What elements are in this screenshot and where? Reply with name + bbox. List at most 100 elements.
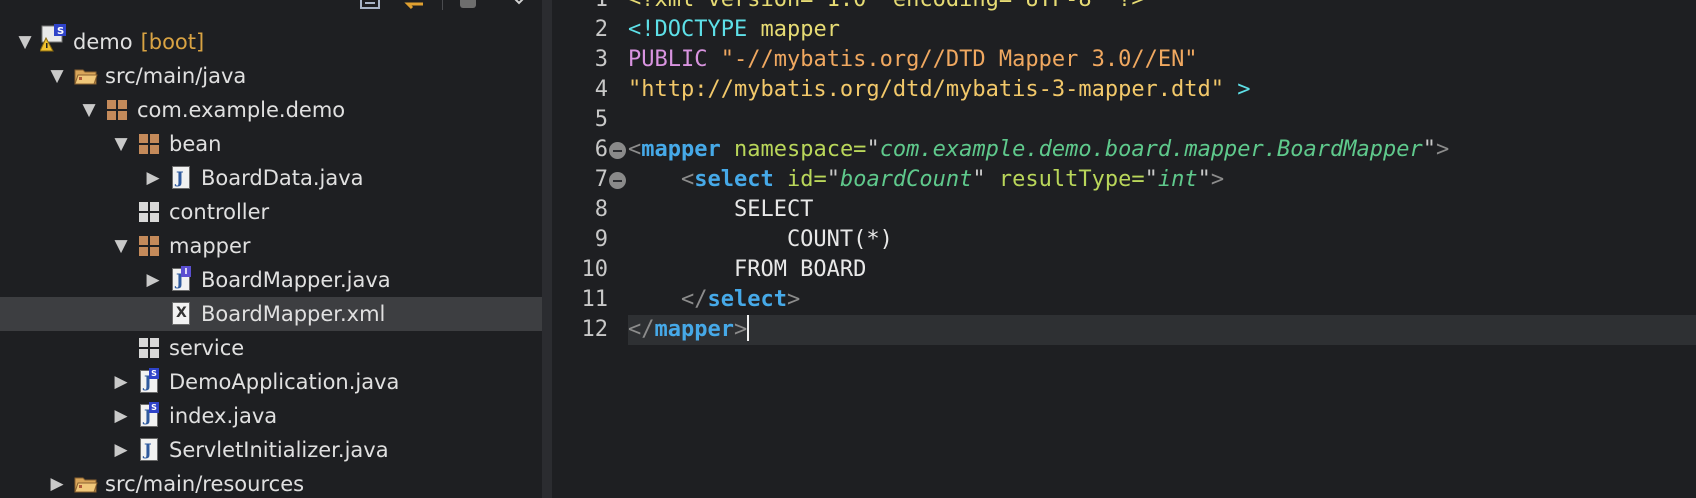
- collapsed-arrow-icon[interactable]: ▶: [110, 439, 132, 461]
- quote: ": [972, 167, 986, 192]
- resulttype-value: int: [1157, 167, 1198, 192]
- collapsed-arrow-icon[interactable]: ▶: [46, 473, 68, 495]
- tree-item-label: ServletInitializer.java: [169, 438, 389, 462]
- xml-editor[interactable]: <?xml version="1.0" encoding="UTF-8" ?> …: [628, 0, 1696, 498]
- tree-item-label: bean: [169, 132, 222, 156]
- expanded-arrow-icon[interactable]: ▼: [46, 65, 68, 87]
- fold-collapse-icon[interactable]: [609, 172, 626, 189]
- code-line-4[interactable]: "http://mybatis.org/dtd/mybatis-3-mapper…: [628, 75, 1251, 105]
- code-line-3[interactable]: PUBLIC "-//mybatis.org//DTD Mapper 3.0//…: [628, 45, 1198, 75]
- package-icon: [138, 132, 162, 156]
- tree-item-src-main-resources[interactable]: ▶ src/main/resources: [0, 467, 542, 498]
- tree-item-boarddata-java[interactable]: ▶ J BoardData.java: [0, 161, 542, 195]
- text-caret: [747, 315, 750, 341]
- collapsed-arrow-icon[interactable]: ▶: [110, 371, 132, 393]
- java-interface-file-icon: JI: [170, 266, 194, 292]
- java-file-icon: J: [170, 166, 194, 190]
- quote: ": [826, 167, 840, 192]
- line-number: 3: [594, 47, 608, 72]
- tree-item-label: service: [169, 336, 245, 360]
- expanded-arrow-icon[interactable]: ▼: [78, 99, 100, 121]
- tree-item-label: src/main/resources: [105, 472, 305, 496]
- xml-file-icon: X: [170, 302, 194, 326]
- tree-item-com-example-demo[interactable]: ▼ com.example.demo: [0, 93, 542, 127]
- spring-java-file-icon: JS: [138, 402, 162, 428]
- collapsed-arrow-icon[interactable]: ▶: [110, 405, 132, 427]
- tree-item-label: mapper: [169, 234, 251, 258]
- tree-item-demoapplication-java[interactable]: ▶ JS DemoApplication.java: [0, 365, 542, 399]
- code-line-6[interactable]: <mapper namespace="com.example.demo.boar…: [628, 135, 1449, 165]
- expanded-arrow-icon[interactable]: ▼: [110, 133, 132, 155]
- tag-bracket: >: [786, 287, 801, 312]
- tree-item-mapper[interactable]: ▼ mapper: [0, 229, 542, 263]
- line-number: 11: [581, 287, 609, 312]
- system-id-string: "http://mybatis.org/dtd/mybatis-3-mapper…: [628, 77, 1225, 102]
- tree-item-boardmapper-xml[interactable]: ▶ X BoardMapper.xml: [0, 297, 542, 331]
- tag-bracket: </: [628, 317, 655, 342]
- namespace-attr: namespace=: [720, 137, 867, 162]
- mapper-close-tag: mapper: [654, 317, 734, 342]
- line-number: 8: [594, 197, 608, 222]
- tag-bracket: >: [1210, 167, 1225, 192]
- tree-item-label: demo: [73, 30, 133, 54]
- collapsed-arrow-icon[interactable]: ▶: [142, 269, 164, 291]
- view-menu-chevron-icon[interactable]: [506, 0, 532, 10]
- explorer-toolbar: [0, 0, 542, 22]
- tree-item-index-java[interactable]: ▶ JS index.java: [0, 399, 542, 433]
- tree-item-label: index.java: [169, 404, 278, 428]
- select-tag: select: [694, 167, 774, 192]
- xml-declaration: <?xml version="1.0" encoding="UTF-8" ?>: [628, 0, 1145, 12]
- line-number: 12: [581, 317, 609, 342]
- line-number: 1: [558, 0, 608, 15]
- code-line-12[interactable]: </mapper>: [628, 315, 750, 345]
- doctype-name: mapper: [747, 17, 840, 42]
- tree-item-bean[interactable]: ▼ bean: [0, 127, 542, 161]
- tag-bracket: >: [733, 317, 748, 342]
- code-line-2[interactable]: <!DOCTYPE mapper: [628, 15, 840, 45]
- tree-item-boardmapper-java[interactable]: ▶ JI BoardMapper.java: [0, 263, 542, 297]
- tree-item-demo-project[interactable]: ▼ S demo [boot]: [0, 24, 542, 59]
- project-tree: ▼ S demo [boot] ▼ src/main/java ▼ com.ex…: [0, 24, 542, 498]
- filter-icon[interactable]: [456, 0, 482, 10]
- tag-bracket: <: [628, 137, 642, 162]
- toolbar-separator: [442, 0, 443, 10]
- tag-bracket: <: [680, 167, 695, 192]
- code-line-11[interactable]: </select>: [628, 285, 800, 315]
- tree-item-label: BoardData.java: [201, 166, 364, 190]
- code-line-8[interactable]: SELECT: [628, 195, 813, 225]
- line-number: 5: [594, 107, 608, 132]
- spring-java-file-icon: JS: [138, 368, 162, 394]
- line-number: 6: [594, 137, 608, 162]
- pane-divider[interactable]: [542, 0, 552, 498]
- quote: ": [866, 137, 880, 162]
- spring-project-icon: S: [40, 24, 66, 54]
- eclipse-window: ▼ S demo [boot] ▼ src/main/java ▼ com.ex…: [0, 0, 1696, 498]
- tree-item-label: controller: [169, 200, 270, 224]
- code-line-10[interactable]: FROM BOARD: [628, 255, 866, 285]
- current-line-highlight: [628, 315, 1696, 345]
- svg-text:S: S: [57, 26, 64, 37]
- tree-item-src-main-java[interactable]: ▼ src/main/java: [0, 59, 542, 93]
- expanded-arrow-icon[interactable]: ▼: [110, 235, 132, 257]
- link-with-editor-icon[interactable]: [400, 0, 426, 10]
- tree-item-label: BoardMapper.xml: [201, 302, 386, 326]
- tree-item-servletinitializer-java[interactable]: ▶ J ServletInitializer.java: [0, 433, 542, 467]
- select-close-tag: select: [707, 287, 787, 312]
- java-file-icon: J: [138, 438, 162, 462]
- collapse-all-icon[interactable]: [358, 0, 384, 10]
- expanded-arrow-icon[interactable]: ▼: [14, 31, 36, 53]
- code-line-9[interactable]: COUNT(*): [628, 225, 893, 255]
- fold-collapse-icon[interactable]: [609, 142, 626, 159]
- quote: ": [1197, 167, 1211, 192]
- boot-label: [boot]: [140, 30, 205, 54]
- tree-item-controller[interactable]: ▶ controller: [0, 195, 542, 229]
- tree-item-label: DemoApplication.java: [169, 370, 400, 394]
- collapsed-arrow-icon[interactable]: ▶: [142, 167, 164, 189]
- tree-item-service[interactable]: ▶ service: [0, 331, 542, 365]
- code-line-1[interactable]: <?xml version="1.0" encoding="UTF-8" ?>: [628, 0, 1145, 15]
- line-number: 2: [594, 17, 608, 42]
- line-number: 10: [581, 257, 609, 282]
- code-line-7[interactable]: <select id="boardCount" resultType="int"…: [628, 165, 1224, 195]
